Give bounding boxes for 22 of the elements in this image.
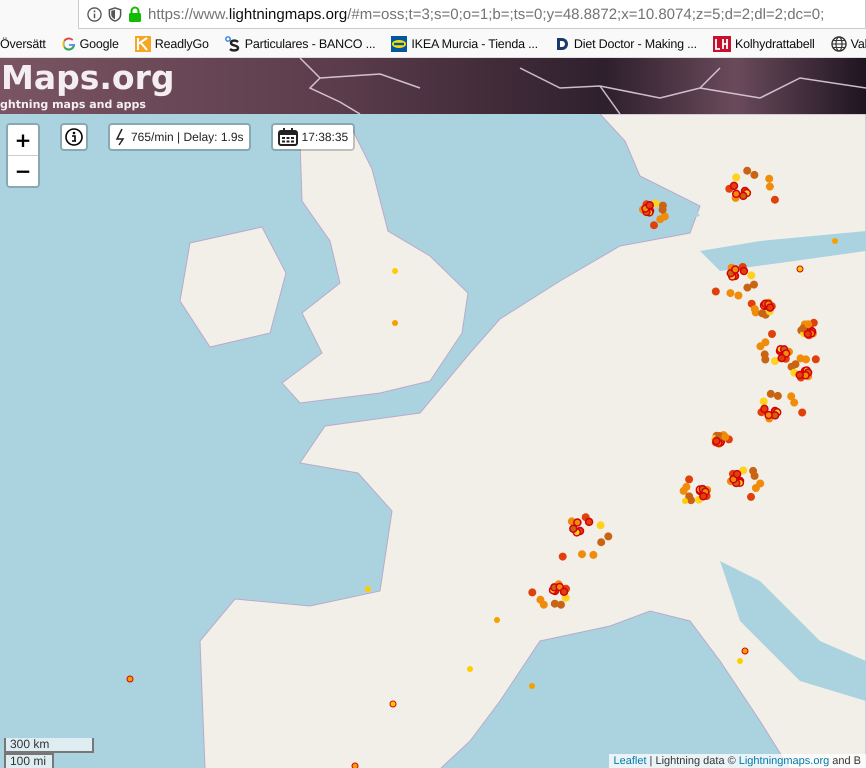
- bookmark-item[interactable]: Översätt: [0, 36, 46, 50]
- scale-bar: 300 km: [4, 738, 94, 753]
- bookmark-item[interactable]: Diet Doctor - Making ...: [554, 36, 697, 52]
- site-subtitle: ghtning maps and apps: [0, 98, 146, 111]
- strike-rate-panel[interactable]: 765/min | Delay: 1.9s: [108, 123, 251, 151]
- bookmark-item[interactable]: IKEA Murcia - Tienda ...: [391, 36, 538, 52]
- site-title[interactable]: Maps.org: [1, 58, 174, 98]
- url-text[interactable]: https://www.lightningmaps.org/#m=oss;t=3;s=0;o=1;b=;ts=0;y=48.8872;x=10.8074;z=5;d=2;dl=2;dc=0;: [148, 6, 824, 22]
- bookmark-item[interactable]: ReadlyGo: [134, 36, 209, 52]
- attribution-text: | Lightning data ©: [650, 755, 736, 767]
- attribution-text: and B: [832, 755, 861, 767]
- bookmark-item[interactable]: Google: [62, 36, 119, 50]
- bookmark-item[interactable]: Val: [830, 36, 866, 52]
- time-panel[interactable]: 17:38:35: [270, 123, 356, 151]
- attribution-link[interactable]: Leaflet: [614, 755, 647, 767]
- attribution-link[interactable]: Lightningmaps.org: [738, 755, 830, 767]
- address-bar[interactable]: https://www.lightningmaps.org/#m=oss;t=3;s=0;o=1;b=;ts=0;y=48.8872;x=10.8074;z=5;d=2;dl=2;dc=0;: [78, 0, 866, 29]
- time-text: 17:38:35: [302, 130, 348, 144]
- strike-rate-text: 765/min | Delay: 1.9s: [131, 130, 244, 144]
- bookmark-item[interactable]: Particulares - BANCO ...: [224, 36, 376, 52]
- bookmark-item[interactable]: Kolhydrattabell: [712, 36, 815, 52]
- scale-bar: 100 mi: [4, 753, 54, 768]
